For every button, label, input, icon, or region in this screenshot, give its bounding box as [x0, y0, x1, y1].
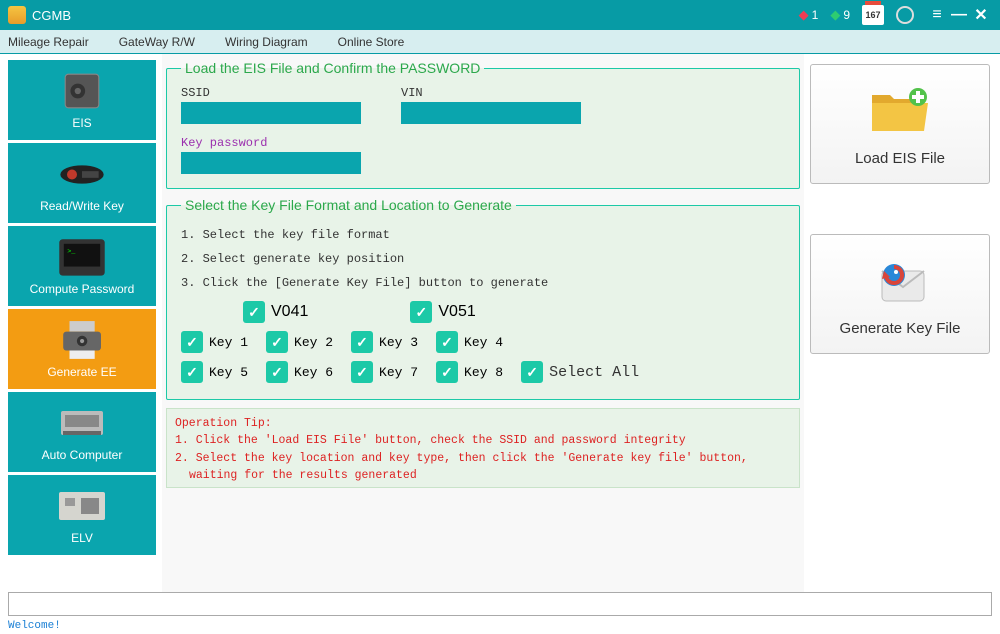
checkbox-key-4[interactable]: Key 4	[436, 331, 503, 353]
ecu-icon	[57, 402, 107, 444]
key-password-label: Key password	[181, 136, 361, 150]
stat-emerald-value: 9	[843, 8, 850, 22]
board-icon	[57, 485, 107, 527]
key-icon	[57, 153, 107, 195]
stopwatch-icon[interactable]	[896, 6, 914, 24]
stat-ruby: ◆ 1	[799, 7, 819, 23]
menu-button[interactable]: ≡	[926, 6, 948, 24]
sidebar-item-label: Read/Write Key	[40, 199, 124, 213]
check-icon	[181, 331, 203, 353]
check-icon	[266, 361, 288, 383]
calendar-value: 167	[865, 10, 880, 20]
statusbar	[8, 592, 992, 616]
svg-text:>_: >_	[67, 247, 76, 255]
checkbox-key-1[interactable]: Key 1	[181, 331, 248, 353]
tip-header: Operation Tip:	[175, 415, 791, 432]
tip-line-1: 1. Click the 'Load EIS File' button, che…	[175, 432, 791, 449]
emerald-icon: ◆	[830, 7, 840, 23]
right-actions: Load EIS File Generate Key File	[804, 54, 1000, 592]
stat-emerald: ◆ 9	[830, 7, 850, 23]
sidebar-item-read-write-key[interactable]: Read/Write Key	[8, 143, 156, 223]
generate-key-file-button[interactable]: Generate Key File	[810, 234, 990, 354]
stat-ruby-value: 1	[812, 8, 819, 22]
tip-line-2: 2. Select the key location and key type,…	[175, 450, 791, 485]
sidebar-item-compute-password[interactable]: >_ Compute Password	[8, 226, 156, 306]
check-icon	[243, 301, 265, 323]
checkbox-key-5[interactable]: Key 5	[181, 361, 248, 383]
load-eis-file-label: Load EIS File	[855, 150, 945, 167]
menu-online-store[interactable]: Online Store	[338, 35, 405, 49]
check-icon	[266, 331, 288, 353]
check-icon	[436, 361, 458, 383]
sidebar-item-label: EIS	[72, 116, 91, 130]
sidebar: EIS Read/Write Key >_ Compute Password G…	[0, 54, 162, 592]
titlebar: CGMB ◆ 1 ◆ 9 167 ≡ — ✕	[0, 0, 1000, 30]
sidebar-item-elv[interactable]: ELV	[8, 475, 156, 555]
instruction-step-3: 3. Click the [Generate Key File] button …	[181, 271, 785, 295]
check-icon	[351, 331, 373, 353]
ruby-icon: ◆	[799, 7, 809, 23]
checkbox-key-6[interactable]: Key 6	[266, 361, 333, 383]
checkbox-key-7[interactable]: Key 7	[351, 361, 418, 383]
terminal-icon: >_	[57, 236, 107, 278]
load-eis-file-button[interactable]: Load EIS File	[810, 64, 990, 184]
checkbox-v051[interactable]: V051	[410, 301, 475, 323]
generate-key-file-label: Generate Key File	[840, 320, 961, 337]
checkbox-key-8[interactable]: Key 8	[436, 361, 503, 383]
checkbox-select-all[interactable]: Select All	[521, 361, 639, 383]
panel-select-key-format: Select the Key File Format and Location …	[166, 197, 800, 400]
sidebar-item-label: Compute Password	[30, 282, 135, 296]
checkbox-v041[interactable]: V041	[243, 301, 308, 323]
panel-load-eis-legend: Load the EIS File and Confirm the PASSWO…	[181, 60, 484, 76]
folder-plus-icon	[868, 82, 932, 142]
sidebar-item-label: ELV	[71, 531, 93, 545]
minimize-button[interactable]: —	[948, 6, 970, 24]
refresh-envelope-icon	[868, 252, 932, 312]
close-button[interactable]: ✕	[970, 5, 992, 25]
vin-label: VIN	[401, 86, 581, 100]
check-icon	[410, 301, 432, 323]
app-title: CGMB	[32, 8, 71, 23]
app-logo-icon	[8, 6, 26, 24]
sidebar-item-generate-ee[interactable]: Generate EE	[8, 309, 156, 389]
check-icon	[521, 361, 543, 383]
menubar: Mileage Repair GateWay R/W Wiring Diagra…	[0, 30, 1000, 54]
checkbox-key-2[interactable]: Key 2	[266, 331, 333, 353]
check-icon	[351, 361, 373, 383]
instruction-step-2: 2. Select generate key position	[181, 247, 785, 271]
panel-select-key-format-legend: Select the Key File Format and Location …	[181, 197, 516, 213]
operation-tip-box[interactable]: Operation Tip: 1. Click the 'Load EIS Fi…	[166, 408, 800, 488]
menu-mileage-repair[interactable]: Mileage Repair	[8, 35, 89, 49]
sidebar-item-eis[interactable]: EIS	[8, 60, 156, 140]
ssid-label: SSID	[181, 86, 361, 100]
checkbox-key-3[interactable]: Key 3	[351, 331, 418, 353]
panel-load-eis: Load the EIS File and Confirm the PASSWO…	[166, 60, 800, 189]
sidebar-item-label: Generate EE	[47, 365, 116, 379]
printer-icon	[57, 319, 107, 361]
instruction-step-1: 1. Select the key file format	[181, 223, 785, 247]
check-icon	[181, 361, 203, 383]
vin-input[interactable]	[401, 102, 581, 124]
menu-gateway-rw[interactable]: GateWay R/W	[119, 35, 195, 49]
sidebar-item-auto-computer[interactable]: Auto Computer	[8, 392, 156, 472]
calendar-icon[interactable]: 167	[862, 5, 884, 25]
footer-welcome: Welcome!	[0, 618, 1000, 634]
ssid-input[interactable]	[181, 102, 361, 124]
key-password-input[interactable]	[181, 152, 361, 174]
main-content: Load the EIS File and Confirm the PASSWO…	[162, 54, 804, 592]
sidebar-item-label: Auto Computer	[42, 448, 123, 462]
check-icon	[436, 331, 458, 353]
safe-icon	[57, 70, 107, 112]
menu-wiring-diagram[interactable]: Wiring Diagram	[225, 35, 308, 49]
